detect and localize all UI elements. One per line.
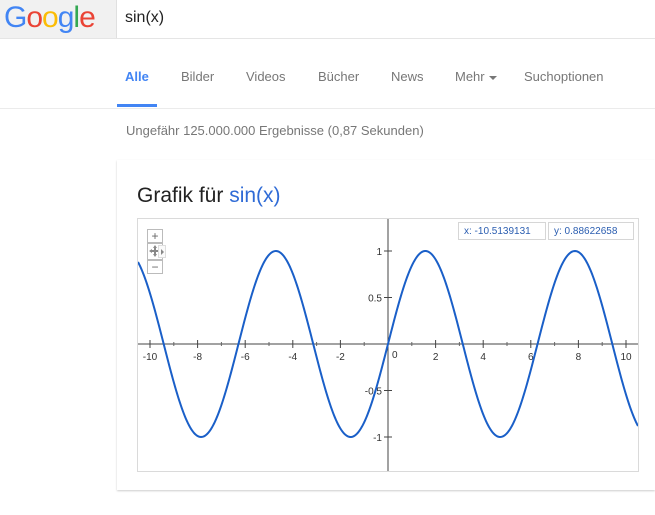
y-tick-label: -1 [373, 433, 382, 444]
x-readout: x: -10.5139131 [458, 222, 546, 240]
graph-card: Grafik für sin(x) -10 -8 -6 -4 -2 2 4 6 8 10 1 0.5-… [117, 160, 655, 490]
tab-buecher[interactable]: Bücher [318, 69, 359, 84]
search-tabs: Alle Bilder Videos Bücher News Mehr Such… [0, 38, 655, 109]
tab-suchoptionen[interactable]: Suchoptionen [524, 69, 604, 84]
y-tick-label: 1 [376, 247, 382, 258]
search-input[interactable] [125, 9, 525, 27]
card-title-function[interactable]: sin(x) [229, 184, 280, 207]
origin-label: 0 [392, 350, 398, 361]
tab-news[interactable]: News [391, 69, 424, 84]
tab-alle[interactable]: Alle [125, 69, 149, 84]
tab-mehr-label: Mehr [455, 69, 485, 84]
y-tick-label: 0.5 [368, 294, 382, 305]
graph-plot[interactable]: -10 -8 -6 -4 -2 2 4 6 8 1010.5-0.5-10 [138, 219, 638, 471]
zoom-out-button[interactable]: − [147, 260, 163, 274]
pan-right-arrow[interactable] [158, 245, 166, 258]
active-tab-indicator [117, 104, 157, 107]
y-readout: y: 0.88622658 [548, 222, 634, 240]
function-graph[interactable]: -10 -8 -6 -4 -2 2 4 6 8 10 1 0.5 -0.5 -1 0 x: -10.5139… [137, 218, 639, 472]
chevron-down-icon [488, 75, 497, 80]
x-tick-label: -4 [288, 352, 297, 363]
x-tick-label: 4 [480, 352, 486, 363]
x-tick-label: -2 [336, 352, 345, 363]
tab-mehr[interactable]: Mehr [455, 69, 497, 84]
google-logo[interactable]: Google [4, 2, 96, 34]
x-tick-label: -10 [143, 352, 158, 363]
top-bar: Google [0, 0, 655, 39]
card-title-prefix: Grafik für [137, 184, 224, 207]
x-tick-label: 8 [576, 352, 582, 363]
search-box[interactable] [116, 0, 655, 38]
x-tick-label: -6 [241, 352, 250, 363]
x-tick-label: -8 [193, 352, 202, 363]
result-stats: Ungefähr 125.000.000 Ergebnisse (0,87 Se… [126, 123, 424, 138]
x-tick-label: 10 [620, 352, 632, 363]
x-tick-label: 2 [433, 352, 439, 363]
card-title: Grafik für sin(x) [137, 184, 281, 208]
zoom-in-button[interactable]: + [147, 229, 163, 243]
tab-bilder[interactable]: Bilder [181, 69, 214, 84]
tab-videos[interactable]: Videos [246, 69, 286, 84]
